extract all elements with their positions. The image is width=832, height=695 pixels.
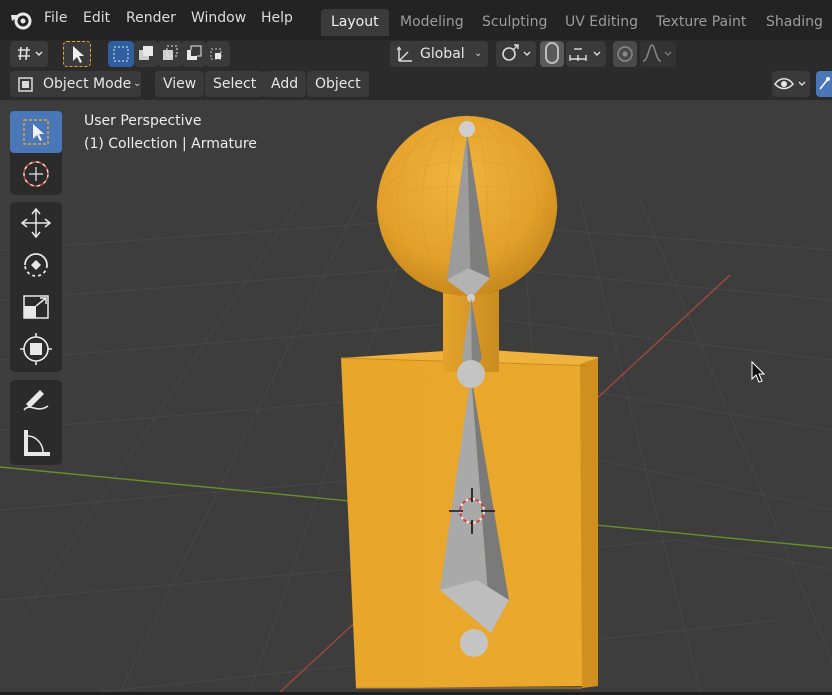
tab-shading[interactable]: Shading — [756, 9, 832, 36]
menu-render[interactable]: Render — [126, 10, 176, 26]
menu-object[interactable]: Object — [307, 71, 369, 97]
toolbar-group-transform — [10, 202, 62, 372]
tool-move[interactable] — [10, 202, 62, 244]
transform-orientation-value: Global — [420, 46, 465, 62]
tool-measure[interactable] — [10, 422, 62, 464]
select-mode-intersect-button[interactable] — [206, 41, 230, 67]
transform-orientation-dropdown[interactable]: Global ⌄ — [390, 41, 488, 67]
select-new-icon — [113, 46, 129, 62]
tool-rotate[interactable] — [10, 244, 62, 286]
measure-icon — [24, 430, 50, 456]
menu-edit[interactable]: Edit — [83, 10, 110, 26]
toolbar-group-select — [10, 111, 62, 195]
mouse-pointer — [751, 360, 766, 383]
viewport-scene — [0, 115, 832, 692]
visibility-dropdown[interactable] — [772, 71, 810, 97]
falloff-curve-icon — [642, 44, 672, 62]
tab-modeling[interactable]: Modeling — [390, 9, 474, 36]
rotate-icon — [24, 253, 48, 277]
editor-type-icon — [18, 46, 43, 61]
transform-icon — [20, 333, 52, 365]
proportional-edit-button[interactable] — [613, 41, 637, 67]
chevron-down-icon: ⌄ — [133, 78, 142, 89]
tool-select-box[interactable] — [10, 111, 62, 153]
select-box-icon — [23, 119, 49, 145]
gizmo-toggle-button[interactable] — [816, 71, 832, 97]
select-subtract-icon — [163, 45, 178, 60]
blender-logo-icon[interactable] — [8, 7, 36, 33]
collection-label: (1) Collection | Armature — [84, 136, 257, 152]
tool-cursor[interactable] — [10, 153, 62, 195]
perspective-label: User Perspective — [84, 113, 202, 129]
pivot-link-icon — [502, 44, 531, 61]
menu-file[interactable]: File — [44, 10, 67, 26]
top-menu-bar: File Edit Render Window Help Layout Mode… — [0, 0, 832, 40]
select-mode-new-button[interactable] — [108, 41, 134, 67]
snap-target-dropdown[interactable] — [566, 41, 606, 67]
tool-scale[interactable] — [10, 286, 62, 328]
magnet-icon — [545, 42, 559, 64]
mode-value: Object Mode — [43, 76, 132, 92]
menu-select[interactable]: Select — [205, 71, 265, 97]
object-mode-icon — [18, 77, 33, 92]
3d-viewport[interactable]: User Perspective (1) Collection | Armatu… — [0, 100, 832, 692]
eye-icon — [774, 78, 806, 90]
select-invert-icon — [187, 45, 202, 60]
gizmo-icon — [819, 77, 830, 90]
tab-layout[interactable]: Layout — [321, 9, 389, 36]
snap-toggle-button[interactable] — [540, 41, 564, 67]
select-mode-extend-button[interactable] — [134, 41, 158, 67]
select-extend-icon — [139, 46, 153, 60]
tool-transform[interactable] — [10, 328, 62, 370]
annotate-icon — [23, 390, 49, 411]
menu-add[interactable]: Add — [263, 71, 307, 97]
chevron-down-icon: ⌄ — [474, 48, 483, 59]
tool-settings-bar: Global ⌄ — [0, 40, 832, 70]
cursor-arrow-icon — [73, 46, 84, 63]
menu-view[interactable]: View — [155, 71, 205, 97]
editor-type-button[interactable] — [10, 41, 48, 67]
select-mode-invert-button[interactable] — [182, 41, 206, 67]
falloff-dropdown[interactable] — [640, 41, 676, 67]
orientation-axes-icon — [396, 46, 412, 62]
menu-window[interactable]: Window — [191, 10, 246, 26]
pivot-point-dropdown[interactable] — [496, 41, 536, 67]
toolbar-group-annotate — [10, 380, 62, 465]
scale-icon — [23, 295, 49, 319]
tab-sculpting[interactable]: Sculpting — [472, 9, 557, 36]
select-tool-button[interactable] — [63, 41, 91, 67]
cursor-icon — [23, 161, 49, 187]
select-intersect-icon — [210, 48, 222, 60]
move-icon — [20, 207, 52, 239]
select-mode-subtract-button[interactable] — [158, 41, 182, 67]
tab-texture-paint[interactable]: Texture Paint — [646, 9, 756, 36]
menu-help[interactable]: Help — [261, 10, 293, 26]
mode-dropdown[interactable]: Object Mode ⌄ — [10, 71, 141, 97]
tab-uv-editing[interactable]: UV Editing — [555, 9, 648, 36]
snap-increment-icon — [569, 48, 601, 61]
tool-annotate[interactable] — [10, 380, 62, 422]
proportional-edit-icon — [617, 46, 633, 62]
viewport-header: Object Mode ⌄ View Select Add Object — [0, 70, 832, 100]
